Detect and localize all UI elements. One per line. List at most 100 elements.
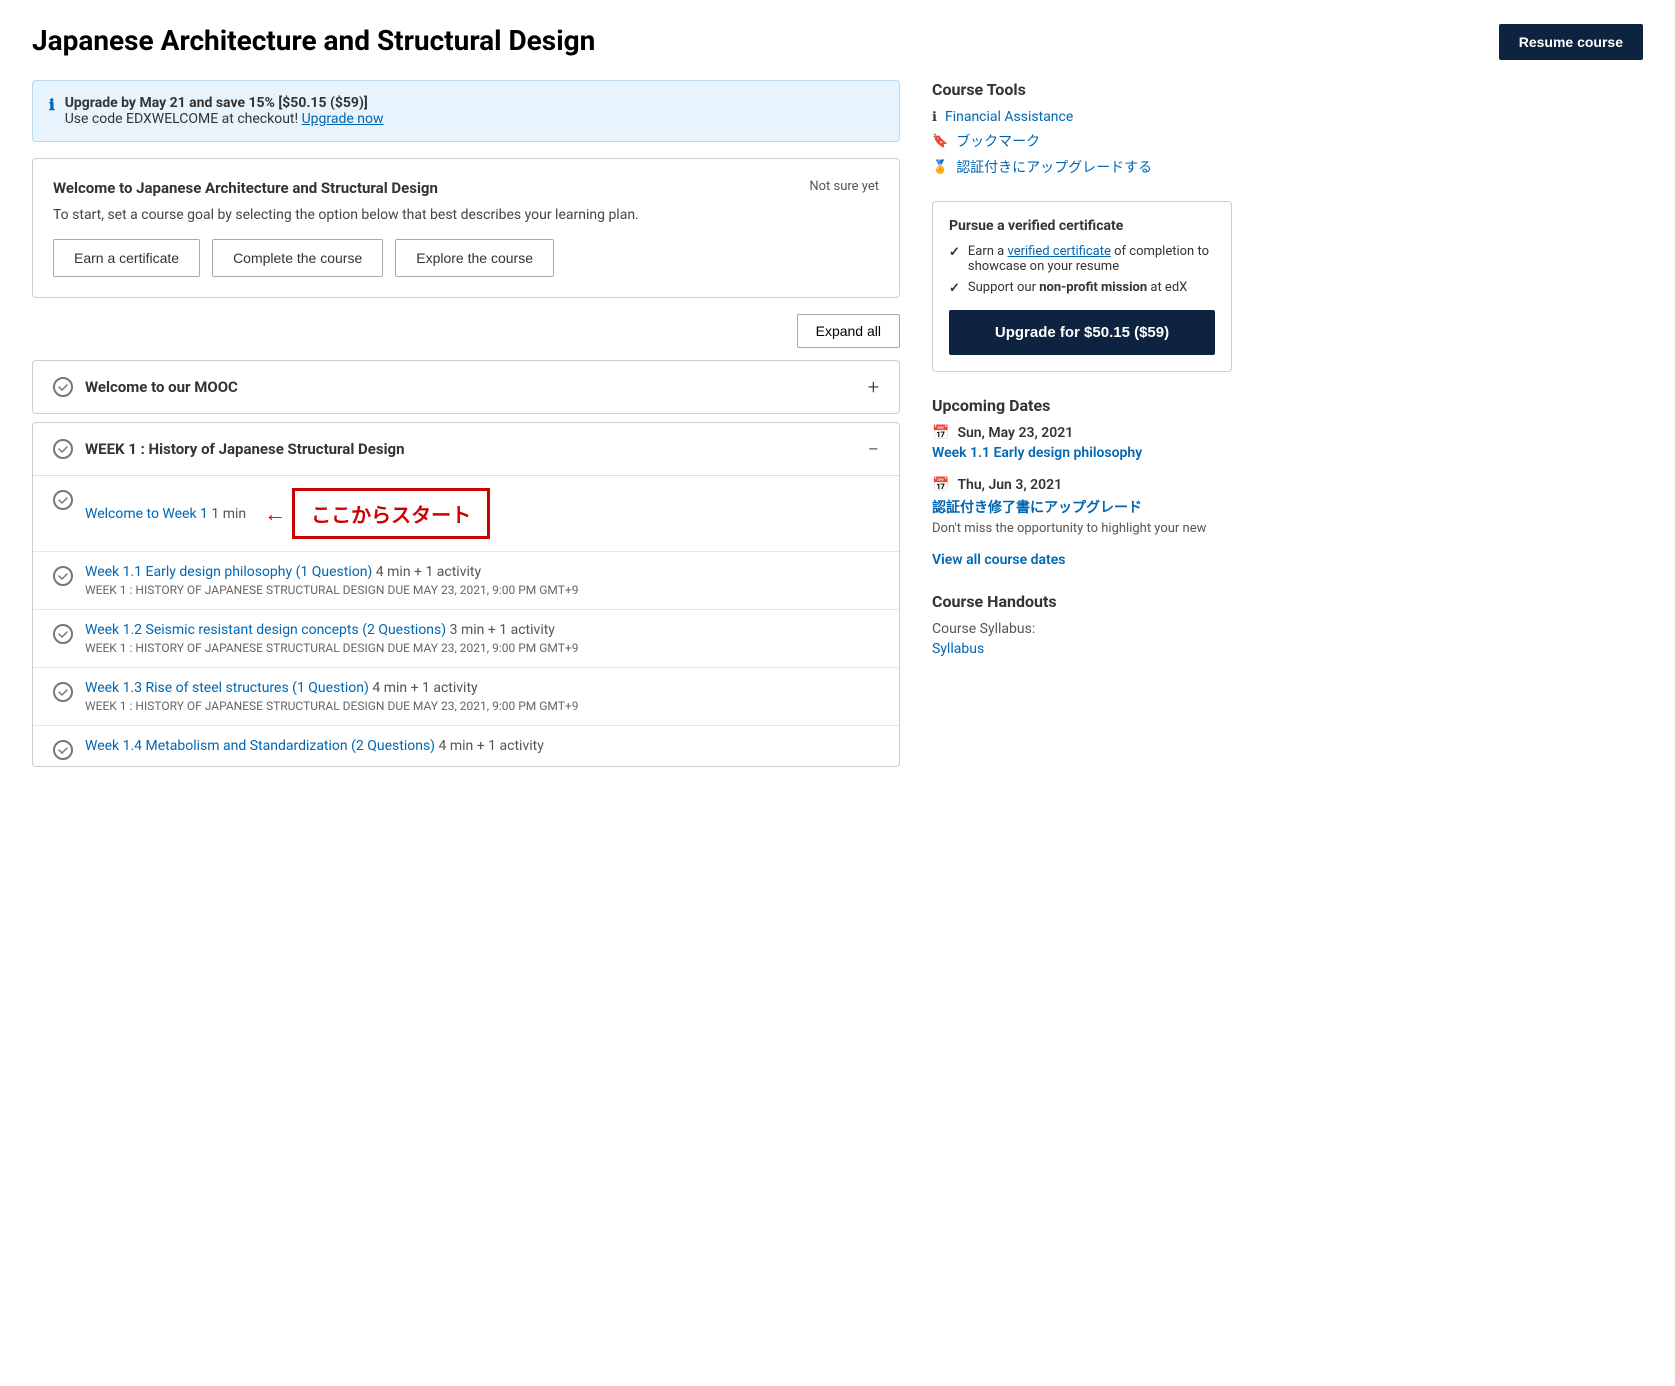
welcome-card-title: Welcome to Japanese Architecture and Str…	[53, 179, 438, 197]
item-title-week1-4[interactable]: Week 1.4 Metabolism and Standardization …	[85, 738, 879, 754]
course-item-week1-3: Week 1.3 Rise of steel structures (1 Que…	[33, 668, 899, 726]
upcoming-dates-title: Upcoming Dates	[932, 396, 1232, 415]
medal-tool-icon: 🏅	[932, 160, 948, 175]
expand-row: Expand all	[32, 314, 900, 348]
banner-text: Upgrade by May 21 and save 15% [$50.15 (…	[65, 95, 384, 127]
course-item-week1-2: Week 1.2 Seismic resistant design concep…	[33, 610, 899, 668]
item-due-1: WEEK 1 : History of Japanese Structural …	[85, 583, 879, 597]
week1-items: Welcome to Week 1 1 min ← ここからスタート	[33, 475, 899, 766]
item-check-icon	[53, 490, 73, 510]
financial-assistance-link[interactable]: Financial Assistance	[945, 109, 1073, 125]
cert-checklist-item-2: ✓ Support our non-profit mission at edX	[949, 280, 1215, 296]
upcoming-date-header-1: 📅 Sun, May 23, 2021	[932, 425, 1232, 441]
resume-course-button[interactable]: Resume course	[1499, 24, 1643, 60]
complete-course-button[interactable]: Complete the course	[212, 239, 383, 277]
handouts-title: Course Handouts	[932, 592, 1232, 611]
verified-cert-link[interactable]: verified certificate	[1007, 244, 1110, 259]
upcoming-date-1: Sun, May 23, 2021	[957, 425, 1073, 441]
item-title-week1-3[interactable]: Week 1.3 Rise of steel structures (1 Que…	[85, 680, 879, 696]
info-tool-icon: ℹ	[932, 110, 937, 125]
item-meta: 1 min	[211, 506, 246, 522]
course-item-welcome-week1: Welcome to Week 1 1 min ← ここからスタート	[33, 476, 899, 552]
certificate-card-title: Pursue a verified certificate	[949, 218, 1215, 234]
cert-checklist: ✓ Earn a verified certificate of complet…	[949, 244, 1215, 296]
banner-strong-text: Upgrade by May 21 and save 15% [$50.15 (…	[65, 95, 368, 111]
item-title-week1-2[interactable]: Week 1.2 Seismic resistant design concep…	[85, 622, 879, 638]
section-week1-header-left: WEEK 1 : History of Japanese Structural …	[53, 439, 405, 459]
section-title: Welcome to our MOOC	[85, 378, 238, 396]
item-meta-3: 4 min + 1 activity	[372, 680, 477, 696]
main-content: ℹ Upgrade by May 21 and save 15% [$50.15…	[32, 80, 900, 775]
section-week1-check-circle	[53, 439, 73, 459]
non-profit-text: non-profit mission	[1039, 280, 1147, 295]
upcoming-date-item-2: 📅 Thu, Jun 3, 2021 認証付き修了書にアップグレード Don't…	[932, 477, 1232, 536]
cert-checklist-item-1: ✓ Earn a verified certificate of complet…	[949, 244, 1215, 274]
section-check-circle	[53, 377, 73, 397]
upgrade-banner: ℹ Upgrade by May 21 and save 15% [$50.15…	[32, 80, 900, 142]
section-week1-title: WEEK 1 : History of Japanese Structural …	[85, 440, 405, 458]
goal-buttons: Earn a certificate Complete the course E…	[53, 239, 879, 277]
item-check-icon	[53, 566, 73, 586]
bookmark-link[interactable]: ブックマーク	[956, 131, 1040, 151]
item-check-icon	[53, 624, 73, 644]
calendar-icon-2: 📅	[932, 477, 949, 493]
calendar-icon-1: 📅	[932, 425, 949, 441]
section-welcome-mooc-header[interactable]: Welcome to our MOOC +	[33, 361, 899, 413]
explore-course-button[interactable]: Explore the course	[395, 239, 554, 277]
course-tools-list: ℹ Financial Assistance 🔖 ブックマーク 🏅 認証付きにア…	[932, 109, 1232, 177]
course-item-week1-4: Week 1.4 Metabolism and Standardization …	[33, 726, 899, 766]
info-icon: ℹ	[49, 96, 55, 114]
course-item-week1-1: Week 1.1 Early design philosophy (1 Ques…	[33, 552, 899, 610]
upgrade-for-button[interactable]: Upgrade for $50.15 ($59)	[949, 310, 1215, 355]
sidebar-course-tools: Course Tools ℹ Financial Assistance 🔖 ブッ…	[932, 80, 1232, 177]
item-meta-1: 4 min + 1 activity	[376, 564, 481, 580]
item-check-icon	[53, 682, 73, 702]
item-title-welcome-week1[interactable]: Welcome to Week 1 1 min	[85, 506, 246, 522]
bookmark-tool-icon: 🔖	[932, 134, 948, 149]
upcoming-date-header-2: 📅 Thu, Jun 3, 2021	[932, 477, 1232, 493]
certificate-card: Pursue a verified certificate ✓ Earn a v…	[932, 201, 1232, 372]
view-all-dates-link[interactable]: View all course dates	[932, 552, 1232, 568]
section-welcome-mooc: Welcome to our MOOC +	[32, 360, 900, 414]
upgrade-now-link[interactable]: Upgrade now	[302, 111, 384, 127]
handout-label: Course Syllabus:	[932, 621, 1232, 637]
page-title: Japanese Architecture and Structural Des…	[32, 24, 595, 57]
sidebar-upcoming-dates: Upcoming Dates 📅 Sun, May 23, 2021 Week …	[932, 396, 1232, 568]
cert-item-text-2: Support our non-profit mission at edX	[968, 280, 1187, 295]
annotation-arrow: ←	[264, 501, 286, 527]
sidebar: Course Tools ℹ Financial Assistance 🔖 ブッ…	[932, 80, 1232, 775]
section-toggle-icon: +	[868, 377, 879, 397]
expand-all-button[interactable]: Expand all	[797, 314, 900, 348]
item-due-3: WEEK 1 : History of Japanese Structural …	[85, 699, 879, 713]
upcoming-date-link-2[interactable]: 認証付き修了書にアップグレード	[932, 497, 1232, 517]
section-week1-header[interactable]: WEEK 1 : History of Japanese Structural …	[33, 423, 899, 475]
syllabus-link[interactable]: Syllabus	[932, 641, 984, 657]
item-meta-2: 3 min + 1 activity	[450, 622, 555, 638]
upcoming-date-link-1[interactable]: Week 1.1 Early design philosophy	[932, 445, 1232, 461]
upcoming-date-desc-2: Don't miss the opportunity to highlight …	[932, 521, 1232, 536]
course-tools-title: Course Tools	[932, 80, 1232, 99]
not-sure-link[interactable]: Not sure yet	[809, 179, 879, 194]
cert-item-text-1: Earn a verified certificate of completio…	[968, 244, 1215, 274]
item-meta-4: 4 min + 1 activity	[439, 738, 544, 754]
upgrade-cert-link[interactable]: 認証付きにアップグレードする	[956, 157, 1152, 177]
upcoming-date-2: Thu, Jun 3, 2021	[957, 477, 1062, 493]
item-title-week1-1[interactable]: Week 1.1 Early design philosophy (1 Ques…	[85, 564, 879, 580]
earn-certificate-button[interactable]: Earn a certificate	[53, 239, 200, 277]
item-check-icon	[53, 740, 73, 760]
tool-upgrade-cert: 🏅 認証付きにアップグレードする	[932, 157, 1232, 177]
banner-normal-text: Use code EDXWELCOME at checkout!	[65, 111, 298, 127]
item-due-2: WEEK 1 : History of Japanese Structural …	[85, 641, 879, 655]
tool-financial-assistance: ℹ Financial Assistance	[932, 109, 1232, 125]
sidebar-handouts: Course Handouts Course Syllabus: Syllabu…	[932, 592, 1232, 657]
upcoming-date-item-1: 📅 Sun, May 23, 2021 Week 1.1 Early desig…	[932, 425, 1232, 461]
welcome-card-header: Welcome to Japanese Architecture and Str…	[53, 179, 879, 197]
checkmark-icon-1: ✓	[949, 245, 960, 260]
welcome-card-description: To start, set a course goal by selecting…	[53, 207, 879, 223]
section-header-left: Welcome to our MOOC	[53, 377, 238, 397]
tool-bookmark: 🔖 ブックマーク	[932, 131, 1232, 151]
annotation-box: ここからスタート	[292, 488, 490, 539]
welcome-card: Welcome to Japanese Architecture and Str…	[32, 158, 900, 298]
section-week1-toggle-icon: −	[868, 439, 879, 459]
section-week1: WEEK 1 : History of Japanese Structural …	[32, 422, 900, 767]
